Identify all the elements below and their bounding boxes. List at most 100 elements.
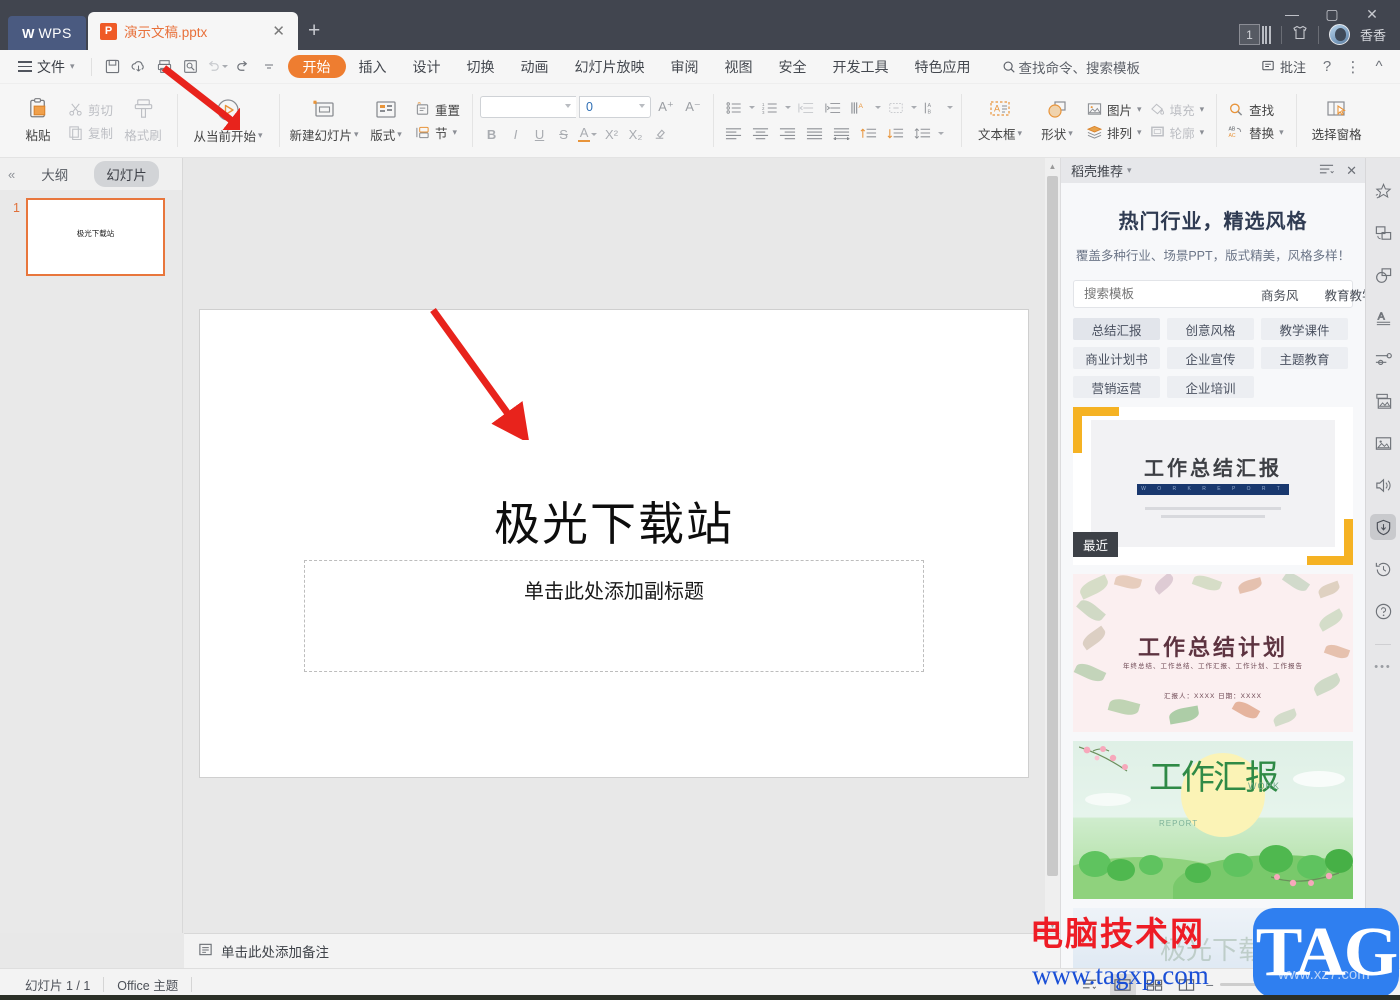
template-card[interactable]: 工作总结计划 年终总结、工作总结、工作汇报、工作计划、工作报告 汇报人：XXXX…	[1073, 574, 1353, 732]
zoom-slider[interactable]	[1219, 978, 1332, 991]
wordart-icon[interactable]: A	[1370, 304, 1396, 330]
line-spacing-icon[interactable]	[910, 123, 935, 145]
tag-teaching-courseware[interactable]: 教学课件	[1261, 318, 1348, 340]
tag-summary-report[interactable]: 总结汇报	[1073, 318, 1160, 340]
slide-thumbnail[interactable]: 极光下载站	[26, 198, 165, 276]
start-from-current-button[interactable]: 从当前开始 ▾	[185, 88, 271, 154]
chevron-down-icon[interactable]	[749, 106, 756, 109]
history-icon[interactable]	[1370, 556, 1396, 582]
list-options-icon[interactable]	[1319, 163, 1334, 178]
tab-outline[interactable]: 大纲	[29, 161, 80, 187]
replace-button[interactable]: AB AC 替换 ▾	[1224, 122, 1288, 143]
font-name-combo[interactable]	[480, 96, 577, 118]
image-icon[interactable]	[1370, 430, 1396, 456]
strikethrough-button[interactable]: S	[552, 123, 575, 145]
vertical-scrollbar[interactable]: ▲ ▼	[1045, 158, 1060, 933]
redo-icon[interactable]	[230, 54, 256, 80]
panel-title[interactable]: 稻壳推荐 ▾	[1071, 161, 1132, 180]
more-options-icon[interactable]: ⋮	[1340, 54, 1366, 80]
print-preview-icon[interactable]	[178, 54, 204, 80]
minimize-button[interactable]: —	[1272, 2, 1312, 26]
adjust-sliders-icon[interactable]	[1370, 346, 1396, 372]
print-icon[interactable]	[152, 54, 178, 80]
avatar[interactable]	[1328, 24, 1350, 45]
fill-button[interactable]: 填充 ▾	[1146, 99, 1209, 120]
space-after-icon[interactable]	[883, 123, 908, 145]
tab-slideshow[interactable]: 幻灯片放映	[562, 55, 658, 79]
template-card[interactable]	[1073, 908, 1353, 968]
tab-security[interactable]: 安全	[766, 55, 820, 79]
more-quick-access-icon[interactable]	[256, 54, 282, 80]
search-chip-education[interactable]: 教育教学	[1315, 282, 1365, 307]
tab-review[interactable]: 审阅	[658, 55, 712, 79]
zoom-in-button[interactable]: +	[1338, 977, 1346, 993]
normal-view-icon[interactable]	[1109, 973, 1136, 996]
command-search[interactable]: 查找命令、搜索模板	[1002, 57, 1140, 77]
theme-label[interactable]: Office 主题	[104, 975, 191, 994]
slide-canvas[interactable]: 极光下载站 单击此处添加副标题	[200, 310, 1028, 777]
tag-enterprise-promo[interactable]: 企业宣传	[1167, 347, 1254, 369]
font-color-button[interactable]: A	[576, 123, 599, 145]
tag-marketing-ops[interactable]: 营销运营	[1073, 376, 1160, 398]
distribute-icon[interactable]	[829, 123, 854, 145]
effects-star-icon[interactable]	[1370, 178, 1396, 204]
textbox-button[interactable]: A 文本框 ▾	[969, 88, 1031, 154]
align-center-icon[interactable]	[748, 123, 773, 145]
numbered-list-icon[interactable]: 123	[757, 97, 782, 119]
section-button[interactable]: 节 ▾	[411, 122, 464, 143]
audio-icon[interactable]	[1370, 472, 1396, 498]
file-menu-button[interactable]: 文件 ▾	[10, 54, 83, 80]
text-direction-icon[interactable]: A	[847, 97, 872, 119]
italic-button[interactable]: I	[504, 123, 527, 145]
layout-button[interactable]: 版式 ▾	[361, 88, 411, 154]
grow-font-button[interactable]: A⁺	[654, 96, 678, 118]
find-button[interactable]: 查找	[1224, 99, 1288, 120]
picture-frame-icon[interactable]	[1370, 388, 1396, 414]
font-name-input[interactable]	[481, 97, 577, 117]
bullet-list-icon[interactable]	[721, 97, 746, 119]
font-dialog-launcher[interactable]	[703, 147, 710, 154]
drawing-dialog-launcher[interactable]	[1206, 147, 1213, 154]
superscript-button[interactable]: X²	[600, 123, 623, 145]
document-tab[interactable]: P 演示文稿.pptx ✕	[88, 12, 298, 50]
space-before-icon[interactable]	[856, 123, 881, 145]
zoom-slider-handle[interactable]	[1271, 978, 1285, 991]
comment-button[interactable]: 批注	[1253, 57, 1314, 76]
scroll-up-icon[interactable]: ▲	[1045, 158, 1060, 174]
scrollbar-thumb[interactable]	[1047, 176, 1058, 876]
underline-button[interactable]: U	[528, 123, 551, 145]
help-icon[interactable]: ?	[1314, 54, 1340, 80]
save-icon[interactable]	[100, 54, 126, 80]
wps-home-button[interactable]: W WPS	[8, 16, 86, 50]
increase-indent-icon[interactable]	[820, 97, 845, 119]
tag-theme-education[interactable]: 主题教育	[1261, 347, 1348, 369]
template-search-box[interactable]: 商务风 教育教学	[1073, 280, 1365, 308]
scroll-down-icon[interactable]: ▼	[1045, 917, 1060, 933]
slide-sorter-view-icon[interactable]	[1142, 974, 1168, 996]
tab-animation[interactable]: 动画	[508, 55, 562, 79]
template-card[interactable]: 工作总结汇报 W O R K R E P O R T 最近	[1073, 407, 1353, 565]
undo-icon[interactable]	[204, 54, 230, 80]
collapse-ribbon-icon[interactable]: ^	[1366, 54, 1392, 80]
format-painter-button[interactable]: 格式刷	[117, 88, 169, 154]
subtitle-placeholder[interactable]: 单击此处添加副标题	[304, 560, 924, 672]
chevron-down-icon[interactable]	[938, 132, 945, 135]
tag-creative-style[interactable]: 创意风格	[1167, 318, 1254, 340]
template-card[interactable]: 工作汇报 WORK REPORT	[1073, 741, 1353, 899]
paragraph-dialog-launcher[interactable]	[951, 147, 958, 154]
arrange-button[interactable]: 排列 ▾	[1083, 122, 1146, 143]
shapes-icon[interactable]	[1370, 262, 1396, 288]
copy-button[interactable]: 复制	[64, 122, 117, 143]
tab-slides[interactable]: 幻灯片	[94, 161, 159, 187]
more-options-icon[interactable]: •••	[1374, 661, 1392, 673]
slide-title-text[interactable]: 极光下载站	[200, 488, 1028, 554]
collapse-panel-icon[interactable]: «	[8, 167, 15, 182]
clear-format-icon[interactable]	[648, 123, 671, 145]
tag-business-plan[interactable]: 商业计划书	[1073, 347, 1160, 369]
shield-check-icon[interactable]	[1370, 514, 1396, 540]
bold-button[interactable]: B	[480, 123, 503, 145]
smartart-icon[interactable]: AB	[919, 97, 944, 119]
new-tab-button[interactable]: +	[308, 19, 320, 43]
outline-button[interactable]: 轮廓 ▾	[1146, 122, 1209, 143]
chevron-down-icon[interactable]	[875, 106, 882, 109]
